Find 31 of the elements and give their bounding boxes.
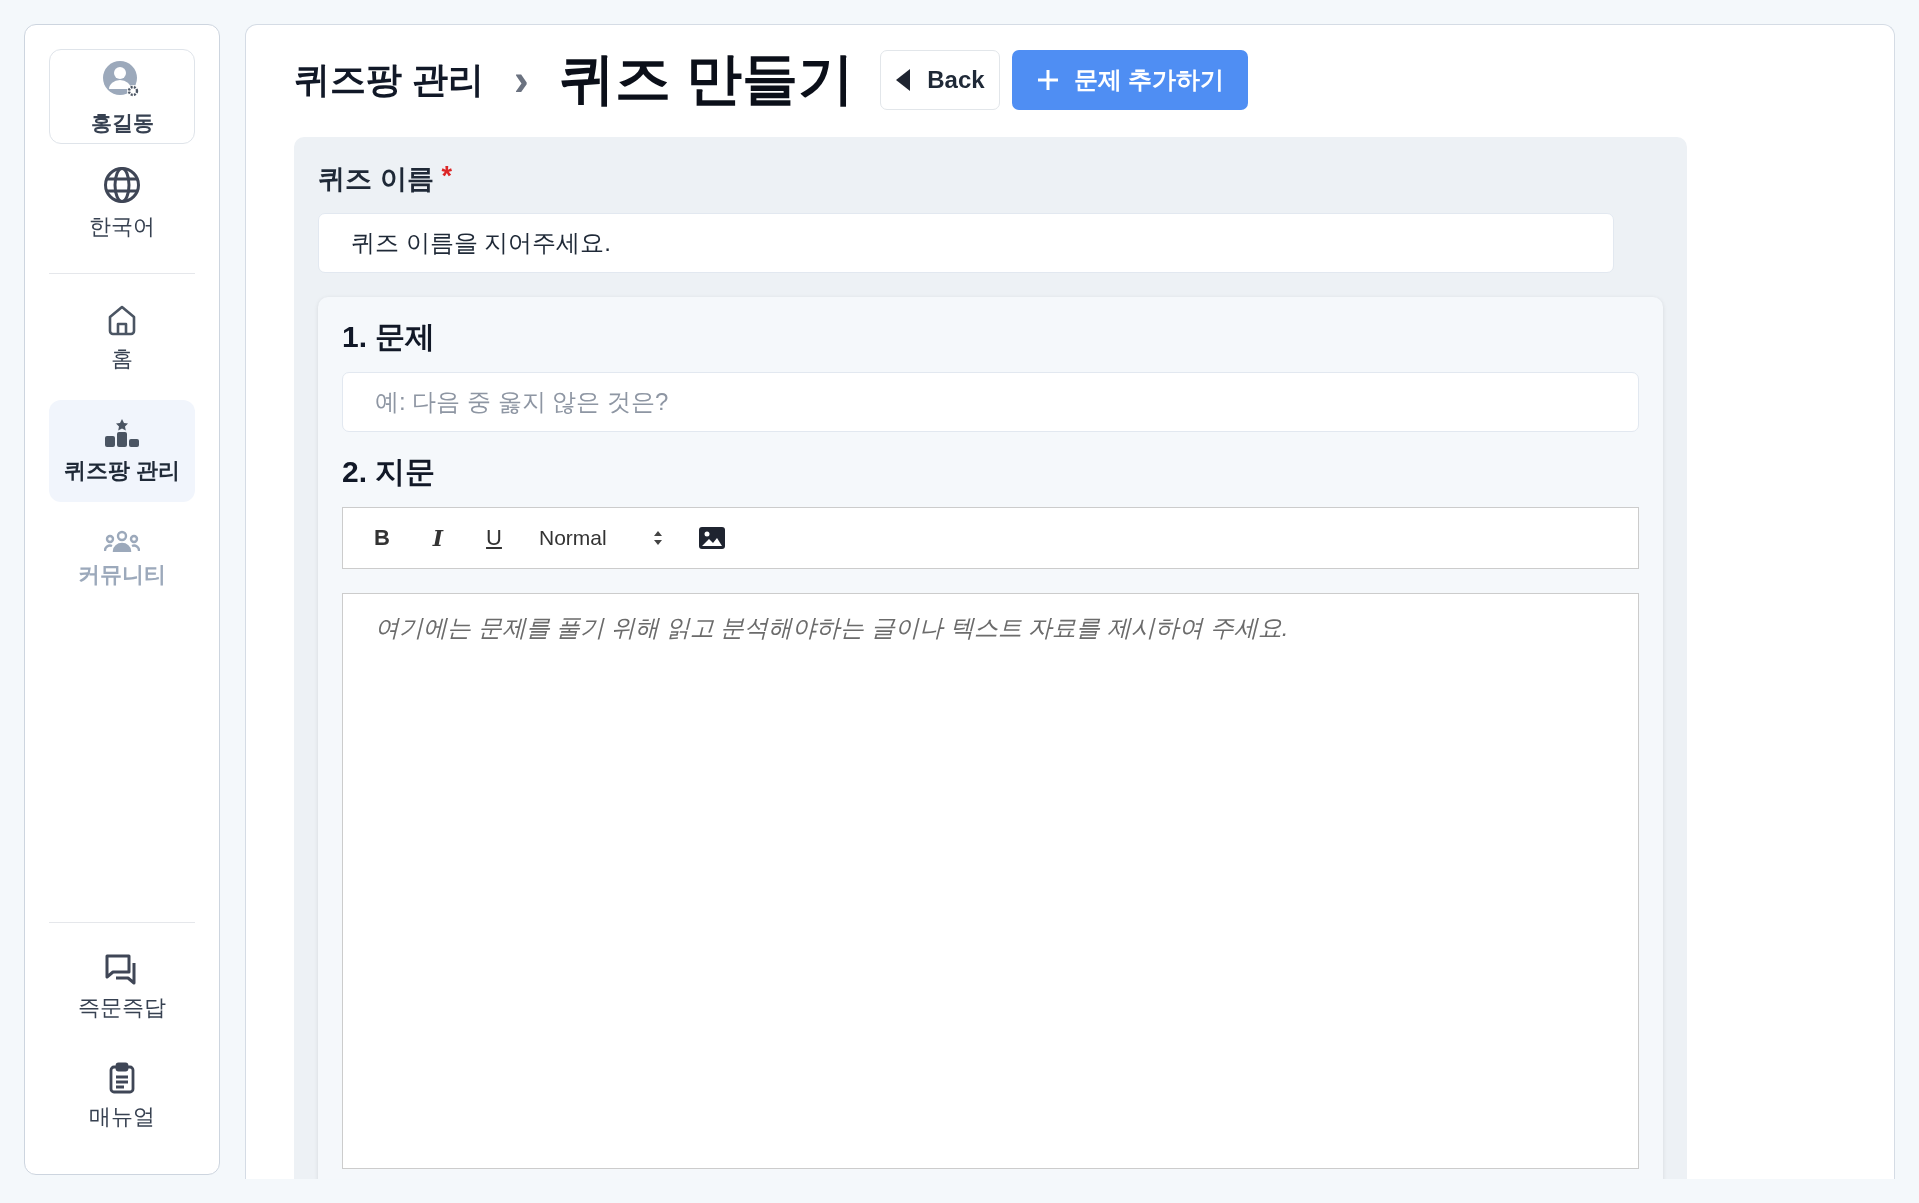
triangle-left-icon bbox=[895, 68, 912, 92]
format-select[interactable]: Normal bbox=[539, 526, 663, 550]
up-down-arrows-icon bbox=[652, 530, 663, 546]
globe-icon bbox=[103, 166, 141, 205]
language-button[interactable]: 한국어 bbox=[49, 144, 195, 261]
image-icon[interactable] bbox=[698, 527, 725, 549]
quiz-name-field[interactable]: 퀴즈 이름을 지어주세요. bbox=[318, 213, 1614, 273]
breadcrumb-separator: › bbox=[514, 55, 529, 105]
question-field[interactable]: 예: 다음 중 옳지 않은 것은? bbox=[342, 372, 1639, 432]
sidebar-item[interactable]: 매뉴얼 bbox=[49, 1041, 195, 1150]
section-heading: 1. 문제 bbox=[342, 319, 437, 355]
home-icon bbox=[107, 303, 137, 336]
podium-icon bbox=[104, 417, 140, 448]
section-heading: 2. 지문 bbox=[342, 454, 437, 490]
profile-button[interactable]: 홍길동 bbox=[49, 49, 195, 145]
people-icon bbox=[104, 530, 140, 553]
italic-button[interactable]: I bbox=[423, 525, 453, 551]
breadcrumb-link[interactable]: 퀴즈팡 관리 bbox=[294, 55, 484, 105]
bold-button[interactable]: B bbox=[367, 525, 397, 551]
sidebar-item[interactable]: 퀴즈팡 관리 bbox=[49, 399, 195, 503]
underline-button[interactable]: U bbox=[479, 525, 509, 551]
back-button[interactable]: Back bbox=[880, 50, 1000, 110]
passage-editor[interactable]: 여기에는 문제를 풀기 위해 읽고 분석해야하는 글이나 텍스트 자료를 제시하여 주세요. bbox=[342, 593, 1639, 1169]
required-mark: * bbox=[441, 161, 453, 193]
sidebar-item[interactable]: 즉문즉답 bbox=[49, 933, 195, 1042]
plus-icon bbox=[1035, 68, 1060, 92]
clipboard-icon bbox=[108, 1061, 136, 1094]
page-title: 퀴즈 만들기 bbox=[558, 46, 855, 112]
user-settings-icon bbox=[102, 60, 142, 100]
sidebar-item[interactable]: 홈 bbox=[49, 283, 195, 392]
field-label: 퀴즈 이름 bbox=[318, 163, 434, 196]
